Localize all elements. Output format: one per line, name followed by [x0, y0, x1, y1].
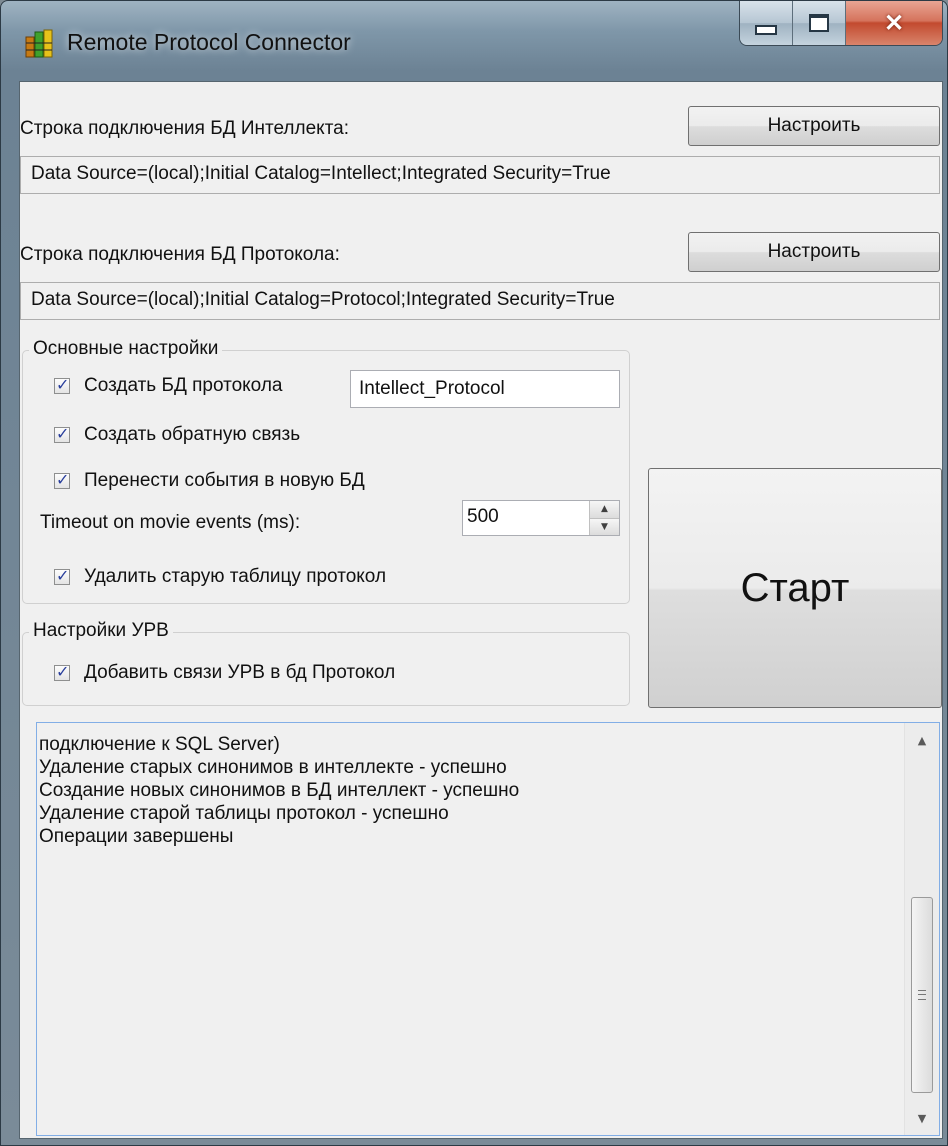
urv-settings-title: Настройки УРВ	[29, 620, 173, 642]
client-area: Строка подключения БД Интеллекта: Настро…	[19, 81, 943, 1139]
checkmark-icon	[54, 566, 70, 585]
create-feedback-checkbox[interactable]: Создать обратную связь	[54, 424, 300, 446]
title-bar[interactable]: Remote Protocol Connector ✕	[1, 1, 947, 81]
delete-old-table-label: Удалить старую таблицу протокол	[84, 566, 387, 587]
configure-protocol-button[interactable]: Настроить	[688, 232, 940, 272]
spin-up-icon[interactable]: ▲	[589, 501, 619, 519]
protocol-connection-label: Строка подключения БД Протокола:	[20, 244, 340, 265]
log-line: Создание новых синонимов в БД интеллект …	[39, 780, 520, 801]
checkmark-icon	[54, 470, 70, 489]
minimize-icon	[755, 25, 777, 35]
add-urv-links-checkbox[interactable]: Добавить связи УРВ в бд Протокол	[54, 662, 395, 684]
create-db-label: Создать БД протокола	[84, 375, 283, 396]
log-line: подключение к SQL Server)	[39, 734, 280, 755]
scroll-thumb[interactable]	[911, 897, 933, 1093]
move-events-label: Перенести события в новую БД	[84, 470, 365, 491]
app-icon	[25, 29, 53, 58]
minimize-button[interactable]	[740, 1, 793, 45]
timeout-spinner[interactable]: 500 ▲ ▼	[462, 500, 620, 536]
checkmark-icon	[54, 662, 70, 681]
log-line: Удаление старых синонимов в интеллекте -…	[39, 757, 507, 778]
timeout-value: 500	[467, 506, 499, 527]
create-feedback-label: Создать обратную связь	[84, 424, 301, 445]
protocol-db-name-input[interactable]: Intellect_Protocol	[350, 370, 620, 408]
scroll-down-icon[interactable]: ▼	[905, 1101, 939, 1135]
timeout-label: Timeout on movie events (ms):	[40, 512, 301, 533]
log-scrollbar[interactable]: ▲ ▼	[904, 723, 939, 1135]
spinner-buttons: ▲ ▼	[589, 501, 619, 535]
close-button[interactable]: ✕	[846, 1, 942, 45]
log-output[interactable]: подключение к SQL Server) Удаление стары…	[36, 722, 940, 1136]
log-line: Операции завершены	[39, 826, 234, 847]
close-icon: ✕	[883, 9, 905, 37]
maximize-button[interactable]	[793, 1, 846, 45]
log-line: Удаление старой таблицы протокол - успеш…	[39, 803, 449, 824]
maximize-icon	[809, 14, 829, 32]
caption-buttons: ✕	[739, 1, 943, 46]
checkmark-icon	[54, 375, 70, 394]
start-button[interactable]: Старт	[648, 468, 942, 708]
protocol-connection-string[interactable]: Data Source=(local);Initial Catalog=Prot…	[20, 282, 940, 320]
main-settings-title: Основные настройки	[29, 338, 223, 360]
log-lines: подключение к SQL Server) Удаление стары…	[39, 733, 519, 848]
app-window: Remote Protocol Connector ✕ Строка подкл…	[0, 0, 948, 1146]
scroll-up-icon[interactable]: ▲	[905, 723, 939, 757]
configure-intellect-button[interactable]: Настроить	[688, 106, 940, 146]
scroll-grip-icon	[918, 990, 926, 1000]
add-urv-links-label: Добавить связи УРВ в бд Протокол	[84, 662, 396, 683]
intellect-connection-string[interactable]: Data Source=(local);Initial Catalog=Inte…	[20, 156, 940, 194]
create-db-checkbox[interactable]: Создать БД протокола	[54, 375, 283, 397]
spin-down-icon[interactable]: ▼	[589, 518, 619, 535]
checkmark-icon	[54, 424, 70, 443]
window-title: Remote Protocol Connector	[67, 29, 351, 55]
intellect-connection-label: Строка подключения БД Интеллекта:	[20, 118, 350, 139]
move-events-checkbox[interactable]: Перенести события в новую БД	[54, 470, 365, 492]
delete-old-table-checkbox[interactable]: Удалить старую таблицу протокол	[54, 566, 386, 588]
